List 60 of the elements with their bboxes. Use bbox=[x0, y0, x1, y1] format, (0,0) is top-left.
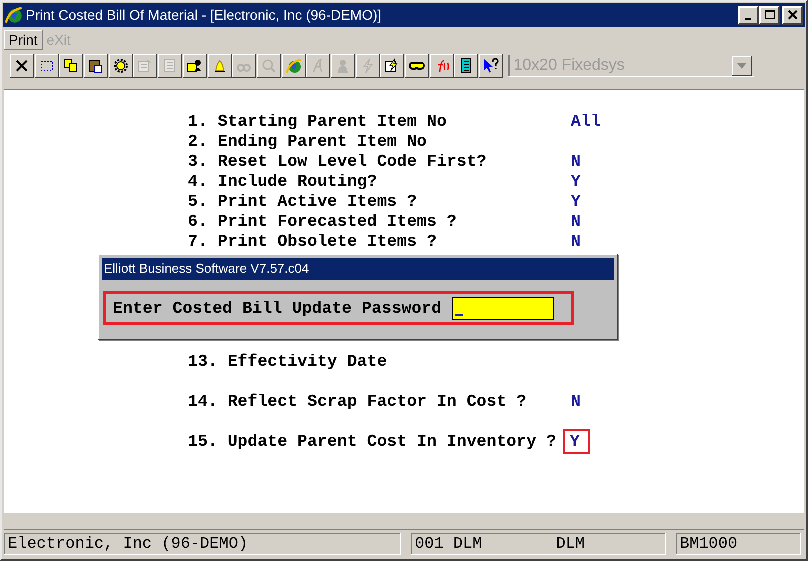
clipboard-icon bbox=[88, 58, 104, 74]
toolbar-button[interactable] bbox=[430, 54, 454, 78]
minimize-button[interactable] bbox=[738, 6, 759, 24]
minimize-icon bbox=[744, 18, 750, 20]
toolbar-button[interactable] bbox=[182, 54, 207, 78]
toolbar-button[interactable] bbox=[282, 54, 306, 78]
dialog-title: Elliott Business Software V7.57.c04 bbox=[102, 258, 614, 280]
toolbar-button[interactable] bbox=[34, 54, 59, 78]
field-label: 13. Effectivity Date bbox=[188, 352, 388, 370]
status-text: DLM bbox=[556, 535, 586, 553]
status-text: BM1000 bbox=[680, 535, 738, 553]
toolbar-button[interactable] bbox=[405, 54, 429, 78]
document-icon bbox=[137, 58, 154, 74]
globe-icon bbox=[286, 58, 302, 74]
toolbar-button[interactable] bbox=[59, 54, 84, 78]
toolbar-button[interactable] bbox=[108, 54, 133, 78]
dotted-rectangle-icon bbox=[38, 58, 55, 74]
field-label: 7. Print Obsolete Items ? bbox=[188, 232, 438, 250]
globe-icon bbox=[5, 6, 23, 24]
copy-icon bbox=[63, 58, 80, 74]
field-label: 4. Include Routing? bbox=[188, 172, 378, 190]
toolbar-button[interactable] bbox=[479, 54, 504, 78]
field-value[interactable]: Y bbox=[563, 428, 590, 454]
toolbar-button[interactable] bbox=[84, 54, 108, 78]
field-label: 3. Reset Low Level Code First? bbox=[188, 152, 488, 170]
menu-item[interactable]: Print bbox=[4, 30, 43, 50]
window-title: Print Costed Bill Of Material - [Electronic, Inc (96-DEMO)] bbox=[26, 7, 383, 23]
field-label: 1. Starting Parent Item No bbox=[188, 112, 448, 130]
field-value[interactable]: N bbox=[568, 232, 584, 250]
dropdown-arrow-icon bbox=[736, 62, 747, 68]
field-label: 2. Ending Parent Item No bbox=[188, 132, 428, 150]
search-icon bbox=[260, 58, 277, 74]
toolbar-button[interactable] bbox=[10, 54, 34, 78]
maximize-button[interactable] bbox=[759, 6, 780, 24]
toolbar-button[interactable] bbox=[454, 54, 478, 78]
toolbar-button[interactable] bbox=[208, 54, 232, 78]
field-value[interactable]: Y bbox=[568, 172, 584, 190]
field-value[interactable]: N bbox=[568, 152, 584, 170]
field-value[interactable]: N bbox=[568, 392, 584, 410]
field-value[interactable]: All bbox=[568, 112, 604, 130]
status-text: 001 DLM bbox=[415, 535, 482, 553]
maximize-icon bbox=[764, 10, 774, 20]
close-icon bbox=[14, 58, 30, 74]
field-value[interactable]: N bbox=[568, 212, 584, 230]
password-field[interactable] bbox=[452, 296, 554, 320]
field-label: 14. Reflect Scrap Factor In Cost ? bbox=[188, 392, 528, 410]
toolbar-button[interactable] bbox=[380, 54, 404, 78]
person-icon bbox=[186, 58, 203, 74]
document-icon bbox=[162, 58, 178, 74]
pointer-help-icon bbox=[483, 58, 500, 74]
lightning-document-icon bbox=[384, 58, 400, 74]
field-label: 6. Print Forecasted Items ? bbox=[188, 212, 458, 230]
field-value[interactable]: Y bbox=[568, 192, 584, 210]
close-button[interactable] bbox=[782, 6, 803, 24]
gear-icon bbox=[112, 58, 129, 74]
status-text: Electronic, Inc (96-DEMO) bbox=[8, 535, 248, 553]
close-icon bbox=[788, 10, 798, 20]
field-label: 15. Update Parent Cost In Inventory ? bbox=[188, 432, 558, 450]
prompt-label: Enter Costed Bill Update Password bbox=[113, 298, 442, 318]
field-label: 5. Print Active Items ? bbox=[188, 192, 418, 210]
